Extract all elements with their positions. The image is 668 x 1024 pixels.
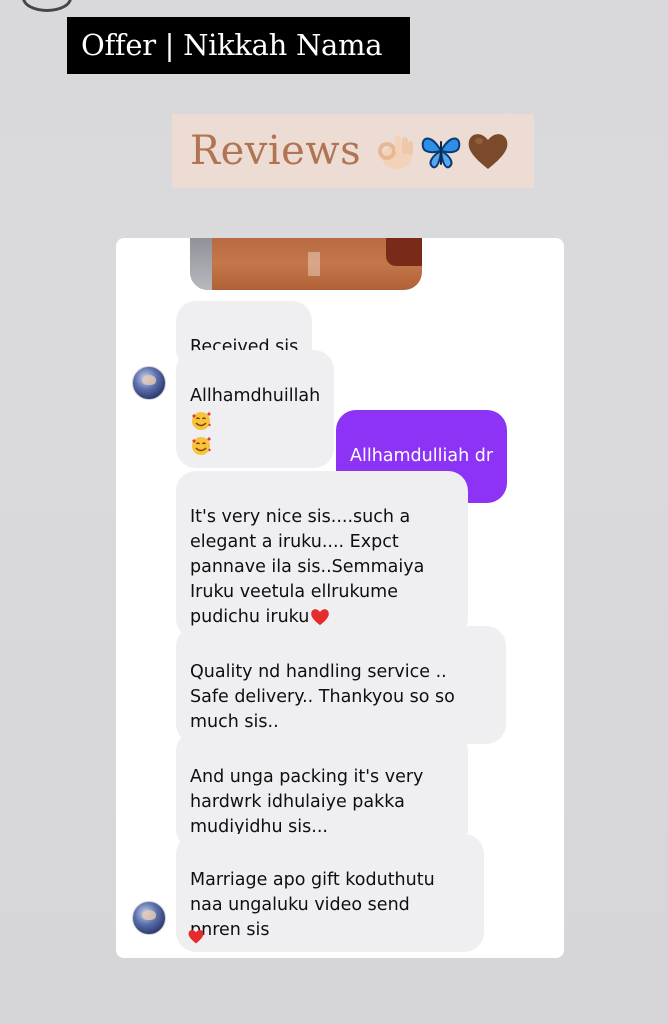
reviews-banner: Reviews [172,114,534,188]
message-bubble-review-1[interactable]: It's very nice sis....such a elegant a i… [176,471,468,639]
reviews-label: Reviews [190,128,362,174]
smiling-face-with-hearts-icon [192,412,211,430]
message-bubble-review-3[interactable]: And unga packing it's very hardwrk idhul… [176,731,468,849]
butterfly-icon [421,137,461,169]
message-reaction[interactable] [187,928,205,949]
offer-title-banner: Offer | Nikkah Nama [67,17,410,74]
chat-screenshot: Received sis Allhamdhuillah Allhamdullia… [116,238,564,958]
brown-heart-icon [468,134,508,169]
profile-avatar-edge [22,0,72,12]
red-heart-icon [188,929,204,944]
reviews-emoji-group [373,129,511,173]
message-text: Allhamdulliah dr [350,446,494,466]
message-text: It's very nice sis....such a elegant a i… [190,507,425,627]
sender-avatar[interactable] [132,901,166,935]
ok-hand-icon [378,135,414,169]
photo-tape-detail [308,252,320,276]
offer-title-text: Offer | Nikkah Nama [81,28,383,62]
message-text: And unga packing it's very hardwrk idhul… [190,767,424,837]
shared-photo[interactable] [190,238,422,290]
message-bubble-review-4[interactable]: Marriage apo gift koduthutu naa ungaluku… [176,834,484,952]
message-bubble-alhamdulillah[interactable]: Allhamdhuillah [176,350,335,468]
message-text: Quality nd handling service .. Safe deli… [190,662,455,732]
message-text: Marriage apo gift koduthutu naa ungaluku… [190,870,435,940]
sender-avatar[interactable] [132,366,166,400]
smiling-face-with-hearts-icon [192,437,211,455]
red-heart-icon [311,609,330,626]
message-bubble-review-2[interactable]: Quality nd handling service .. Safe deli… [176,626,506,744]
message-text: Allhamdhuillah [190,386,321,406]
